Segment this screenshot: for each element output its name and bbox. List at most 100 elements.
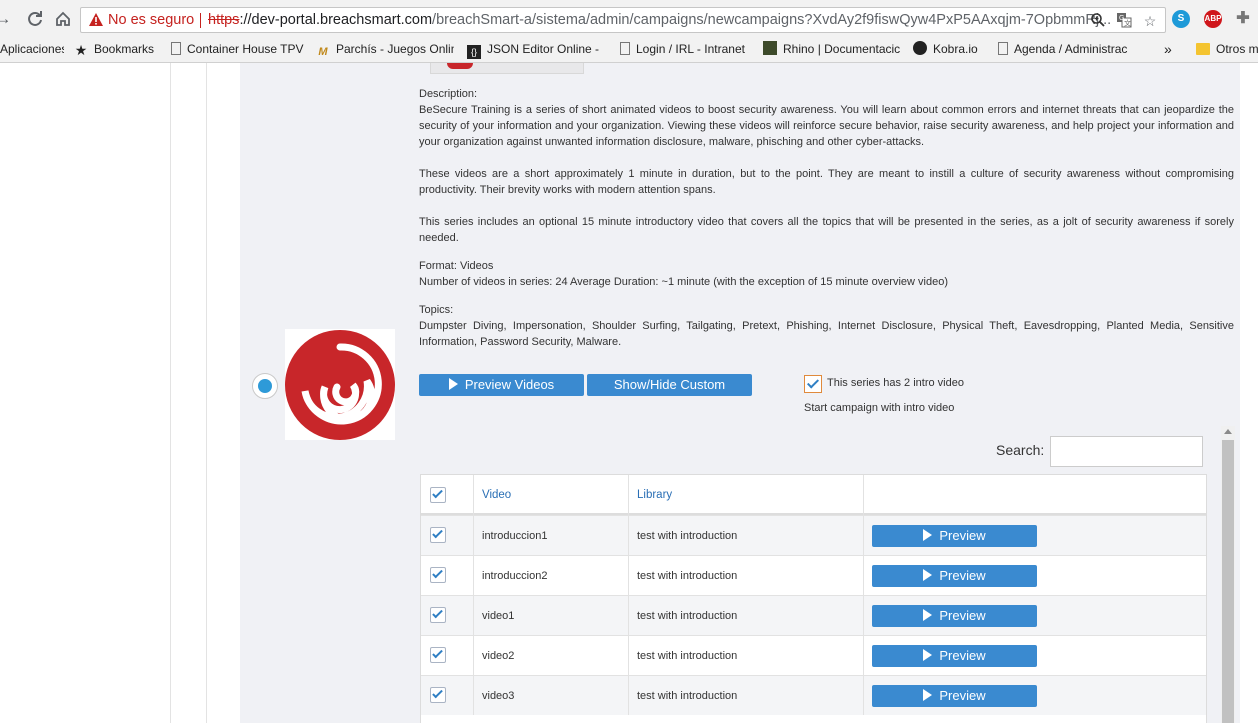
description-heading: Description: — [419, 88, 478, 100]
bookmark-label: Login / IRL - Intranet — [636, 42, 745, 56]
bookmark-kobra[interactable]: Kobra.io — [913, 38, 993, 62]
row-preview-button[interactable]: Preview — [872, 565, 1037, 587]
page-icon — [998, 42, 1008, 55]
library-name: test with introduction — [629, 675, 864, 715]
check-icon — [432, 527, 443, 539]
show-hide-custom-button[interactable]: Show/Hide Custom — [587, 374, 752, 396]
library-name: test with introduction — [629, 595, 864, 635]
button-label: Preview — [939, 528, 986, 543]
video-name: video1 — [474, 595, 629, 635]
bookmark-bookmarks[interactable]: ★ Bookmarks — [74, 38, 160, 62]
table-row: video1 test with introduction Preview — [421, 595, 1206, 635]
check-icon — [806, 376, 820, 389]
play-icon — [923, 689, 933, 701]
search-input[interactable] — [1050, 436, 1203, 467]
start-with-intro-label: Start campaign with intro video — [804, 402, 955, 414]
row-checkbox[interactable] — [430, 527, 446, 543]
video-name: video2 — [474, 635, 629, 675]
row-preview-button[interactable]: Preview — [872, 645, 1037, 667]
check-icon — [432, 687, 443, 699]
row-select-cell — [421, 675, 474, 715]
table-row: introduccion2 test with introduction Pre… — [421, 555, 1206, 595]
row-preview-button[interactable]: Preview — [872, 605, 1037, 627]
bookmark-parchis[interactable]: M Parchís - Juegos Onlin — [316, 38, 454, 62]
bookmark-label: Agenda / Administrac — [1014, 42, 1128, 56]
row-select-cell — [421, 635, 474, 675]
check-icon — [432, 647, 443, 659]
bookmarks-bar: Aplicaciones ★ Bookmarks Container House … — [0, 38, 1258, 63]
select-all-checkbox[interactable] — [430, 487, 446, 503]
page-icon — [620, 42, 630, 55]
skype-icon[interactable]: S — [1172, 10, 1190, 28]
kobra-icon — [913, 41, 927, 55]
puzzle-icon[interactable]: ✚ — [1234, 10, 1252, 28]
bookmark-login-intranet[interactable]: Login / IRL - Intranet — [620, 38, 754, 62]
column-header-video[interactable]: Video — [474, 475, 629, 515]
abp-icon[interactable]: ABP — [1204, 10, 1222, 28]
format-text: Format: Videos — [419, 260, 494, 272]
button-label: Show/Hide Custom — [613, 377, 726, 392]
scrollbar-thumb[interactable] — [1222, 440, 1234, 723]
description-paragraph: This series includes an optional 15 minu… — [419, 216, 1234, 244]
row-checkbox[interactable] — [430, 567, 446, 583]
series-select-radio[interactable] — [252, 373, 278, 399]
column-header-library[interactable]: Library — [629, 475, 864, 515]
play-icon — [923, 569, 933, 581]
check-icon — [432, 487, 443, 499]
bookmarks-overflow-button[interactable]: » — [1164, 38, 1178, 62]
bookmark-container-house[interactable]: Container House TPV — [171, 38, 309, 62]
forward-icon[interactable]: → — [0, 8, 14, 30]
bookmark-agenda[interactable]: Agenda / Administrac — [998, 38, 1134, 62]
intro-video-label: This series has 2 intro video — [827, 377, 964, 389]
parchis-icon: M — [318, 46, 328, 58]
table-row: video2 test with introduction Preview — [421, 635, 1206, 675]
row-checkbox[interactable] — [430, 687, 446, 703]
button-label: Preview Videos — [464, 377, 555, 392]
bookmark-label: Kobra.io — [933, 42, 978, 56]
row-preview-button[interactable]: Preview — [872, 685, 1037, 707]
table-scrollbar[interactable] — [1221, 426, 1235, 723]
url-text[interactable]: https://dev-portal.breachsmart.com/breac… — [208, 8, 1111, 32]
play-icon — [923, 609, 933, 621]
scroll-up-icon[interactable] — [1224, 429, 1232, 434]
url-host: ://dev-portal.breachsmart.com — [239, 12, 433, 28]
video-count-text: Number of videos in series: 24 Average D… — [419, 276, 948, 288]
page-viewport: Description: BeSecure Training is a seri… — [0, 63, 1258, 723]
preview-cell: Preview — [864, 555, 1206, 595]
security-status[interactable]: No es seguro — [108, 8, 194, 32]
button-label: Preview — [939, 648, 986, 663]
library-name: test with introduction — [629, 515, 864, 555]
json-icon: {} — [467, 45, 481, 59]
series-description: Description: BeSecure Training is a seri… — [419, 86, 1234, 350]
star-icon[interactable]: ☆ — [1141, 12, 1159, 30]
zoom-icon[interactable] — [1089, 12, 1107, 30]
topics-heading: Topics: — [419, 304, 454, 316]
bookmark-otros[interactable]: Otros m — [1196, 38, 1258, 62]
row-preview-button[interactable]: Preview — [872, 525, 1037, 547]
bookmark-rhino[interactable]: Rhino | Documentacic — [763, 38, 901, 62]
address-bar[interactable]: No es seguro https://dev-portal.breachsm… — [80, 7, 1166, 33]
page-icon — [171, 42, 181, 55]
url-path: /breachSmart-a/sistema/admin/campaigns/n… — [432, 12, 1112, 28]
preview-videos-button[interactable]: Preview Videos — [419, 374, 584, 396]
reload-icon[interactable] — [24, 8, 46, 30]
intro-video-checkbox[interactable] — [804, 375, 822, 393]
preview-cell: Preview — [864, 515, 1206, 555]
library-name: test with introduction — [629, 555, 864, 595]
preview-cell: Preview — [864, 595, 1206, 635]
browser-toolbar: → No es seguro https://dev-portal.breach… — [0, 0, 1258, 38]
row-checkbox[interactable] — [430, 647, 446, 663]
bookmark-apps[interactable]: Aplicaciones — [0, 38, 64, 62]
button-label: Preview — [939, 608, 986, 623]
videos-table: Video Library introduccion1 test with in… — [420, 474, 1207, 723]
bookmark-json-editor[interactable]: {} JSON Editor Online - — [467, 38, 603, 62]
select-all-cell — [421, 475, 474, 515]
folder-icon — [1196, 43, 1210, 55]
description-paragraph: BeSecure Training is a series of short a… — [419, 104, 1234, 148]
video-name: introduccion1 — [474, 515, 629, 555]
preview-cell: Preview — [864, 635, 1206, 675]
translate-icon[interactable]: G文 — [1115, 12, 1133, 30]
row-checkbox[interactable] — [430, 607, 446, 623]
home-icon[interactable] — [52, 8, 74, 30]
search-label: Search: — [996, 442, 1045, 458]
